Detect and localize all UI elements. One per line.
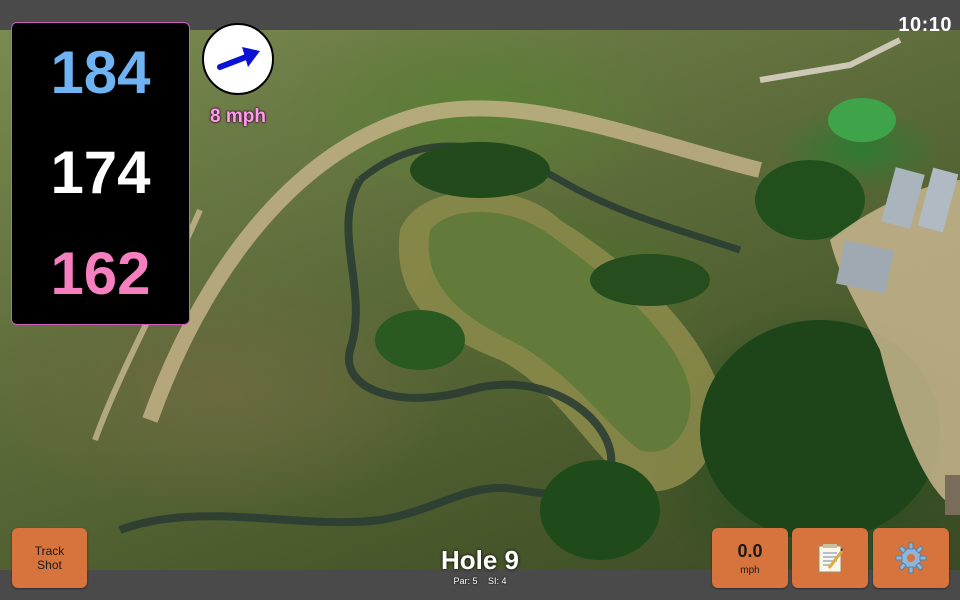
wind-arrow-icon	[217, 47, 260, 70]
hole-title: Hole 9	[440, 545, 520, 575]
trees	[375, 310, 465, 370]
scorecard-button[interactable]	[792, 528, 868, 588]
speed-unit: mph	[740, 564, 760, 576]
trees	[590, 254, 710, 306]
wind-speed: 8 mph	[210, 106, 266, 127]
back-yardage: 184	[50, 39, 151, 107]
speed-value: 0.0	[737, 540, 763, 561]
notepad-icon	[818, 544, 844, 573]
settings-button[interactable]	[873, 528, 949, 588]
building	[945, 475, 960, 515]
speed-button[interactable]: 0.0 mph	[712, 528, 788, 588]
hole-si: SI: 4	[488, 576, 507, 586]
front-yardage: 162	[50, 239, 151, 307]
center-yardage: 174	[50, 139, 151, 207]
track-shot-button[interactable]: Track Shot	[12, 528, 87, 588]
putting-green	[828, 98, 896, 142]
trees	[540, 460, 660, 560]
status-clock: 10:10	[898, 14, 952, 36]
road	[759, 37, 902, 83]
trees	[410, 142, 550, 198]
track-shot-label: Track Shot	[34, 543, 65, 572]
hole-par: Par: 5	[453, 576, 478, 586]
hole-info: Par: 5 SI: 4	[380, 576, 580, 586]
wind-indicator	[202, 23, 274, 95]
yardage-panel: 184 174 162	[11, 22, 190, 325]
gear-icon	[895, 542, 927, 574]
